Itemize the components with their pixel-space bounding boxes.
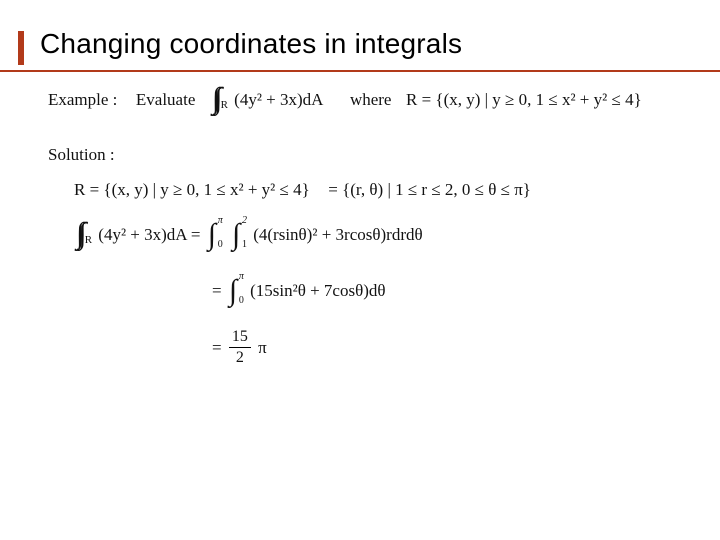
- fraction-numerator: 15: [229, 328, 251, 346]
- iint-region-2: R: [85, 234, 92, 246]
- double-integral-symbol-2: ∫∫ R: [76, 223, 92, 246]
- outer-lower: 0: [218, 240, 223, 250]
- slide-title: Changing coordinates in integrals: [40, 28, 462, 60]
- example-integrand: (4y² + 3x)dA: [234, 91, 323, 108]
- theta-upper: π: [239, 272, 244, 282]
- inner-integral: ∫ 2 1: [232, 218, 248, 252]
- slide-body: Example : Evaluate ∫∫ R (4y² + 3x)dA whe…: [48, 88, 688, 367]
- region-cartesian: R = {(x, y) | y ≥ 0, 1 ≤ x² + y² ≤ 4}: [74, 181, 310, 198]
- equals-sign-2: =: [212, 339, 222, 356]
- outer-integral: ∫ π 0: [208, 218, 224, 252]
- equals-sign: =: [212, 282, 222, 299]
- example-label: Example :: [48, 91, 117, 108]
- solution-line-4: = 15 2 π: [48, 328, 688, 367]
- example-region: R = {(x, y) | y ≥ 0, 1 ≤ x² + y² ≤ 4}: [406, 91, 642, 108]
- fraction-denominator: 2: [229, 349, 251, 367]
- fraction-15-over-2: 15 2: [229, 328, 251, 367]
- where-word: where: [350, 91, 392, 108]
- title-accent-bar: [18, 31, 24, 65]
- inner-upper: 2: [242, 216, 247, 226]
- iint-region: R: [221, 99, 228, 111]
- line2-rhs: (4(rsinθ)² + 3rcosθ)rdrdθ: [253, 226, 422, 243]
- double-integral-symbol: ∫∫ R: [212, 88, 228, 111]
- outer-upper: π: [218, 216, 223, 226]
- solution-line-1: R = {(x, y) | y ≥ 0, 1 ≤ x² + y² ≤ 4} = …: [48, 179, 688, 198]
- line3-body: (15sin²θ + 7cosθ)dθ: [250, 282, 385, 299]
- solution-line-3: = ∫ π 0 (15sin²θ + 7cosθ)dθ: [48, 274, 688, 308]
- theta-integral: ∫ π 0: [229, 274, 245, 308]
- inner-lower: 1: [242, 240, 247, 250]
- theta-lower: 0: [239, 296, 244, 306]
- title-text: Changing coordinates in integrals: [40, 28, 462, 60]
- solution-label: Solution :: [48, 145, 688, 165]
- fraction-bar: [229, 347, 251, 348]
- slide: Changing coordinates in integrals Exampl…: [0, 0, 720, 540]
- evaluate-word: Evaluate: [136, 91, 195, 108]
- title-underline: [0, 70, 720, 72]
- pi-symbol: π: [258, 339, 267, 356]
- example-line: Example : Evaluate ∫∫ R (4y² + 3x)dA whe…: [48, 88, 688, 111]
- line2-lhs: (4y² + 3x)dA =: [98, 226, 200, 243]
- region-polar: = {(r, θ) | 1 ≤ r ≤ 2, 0 ≤ θ ≤ π}: [328, 181, 531, 198]
- solution-line-2: ∫∫ R (4y² + 3x)dA = ∫ π 0 ∫ 2 1 (4(rsinθ…: [48, 218, 688, 252]
